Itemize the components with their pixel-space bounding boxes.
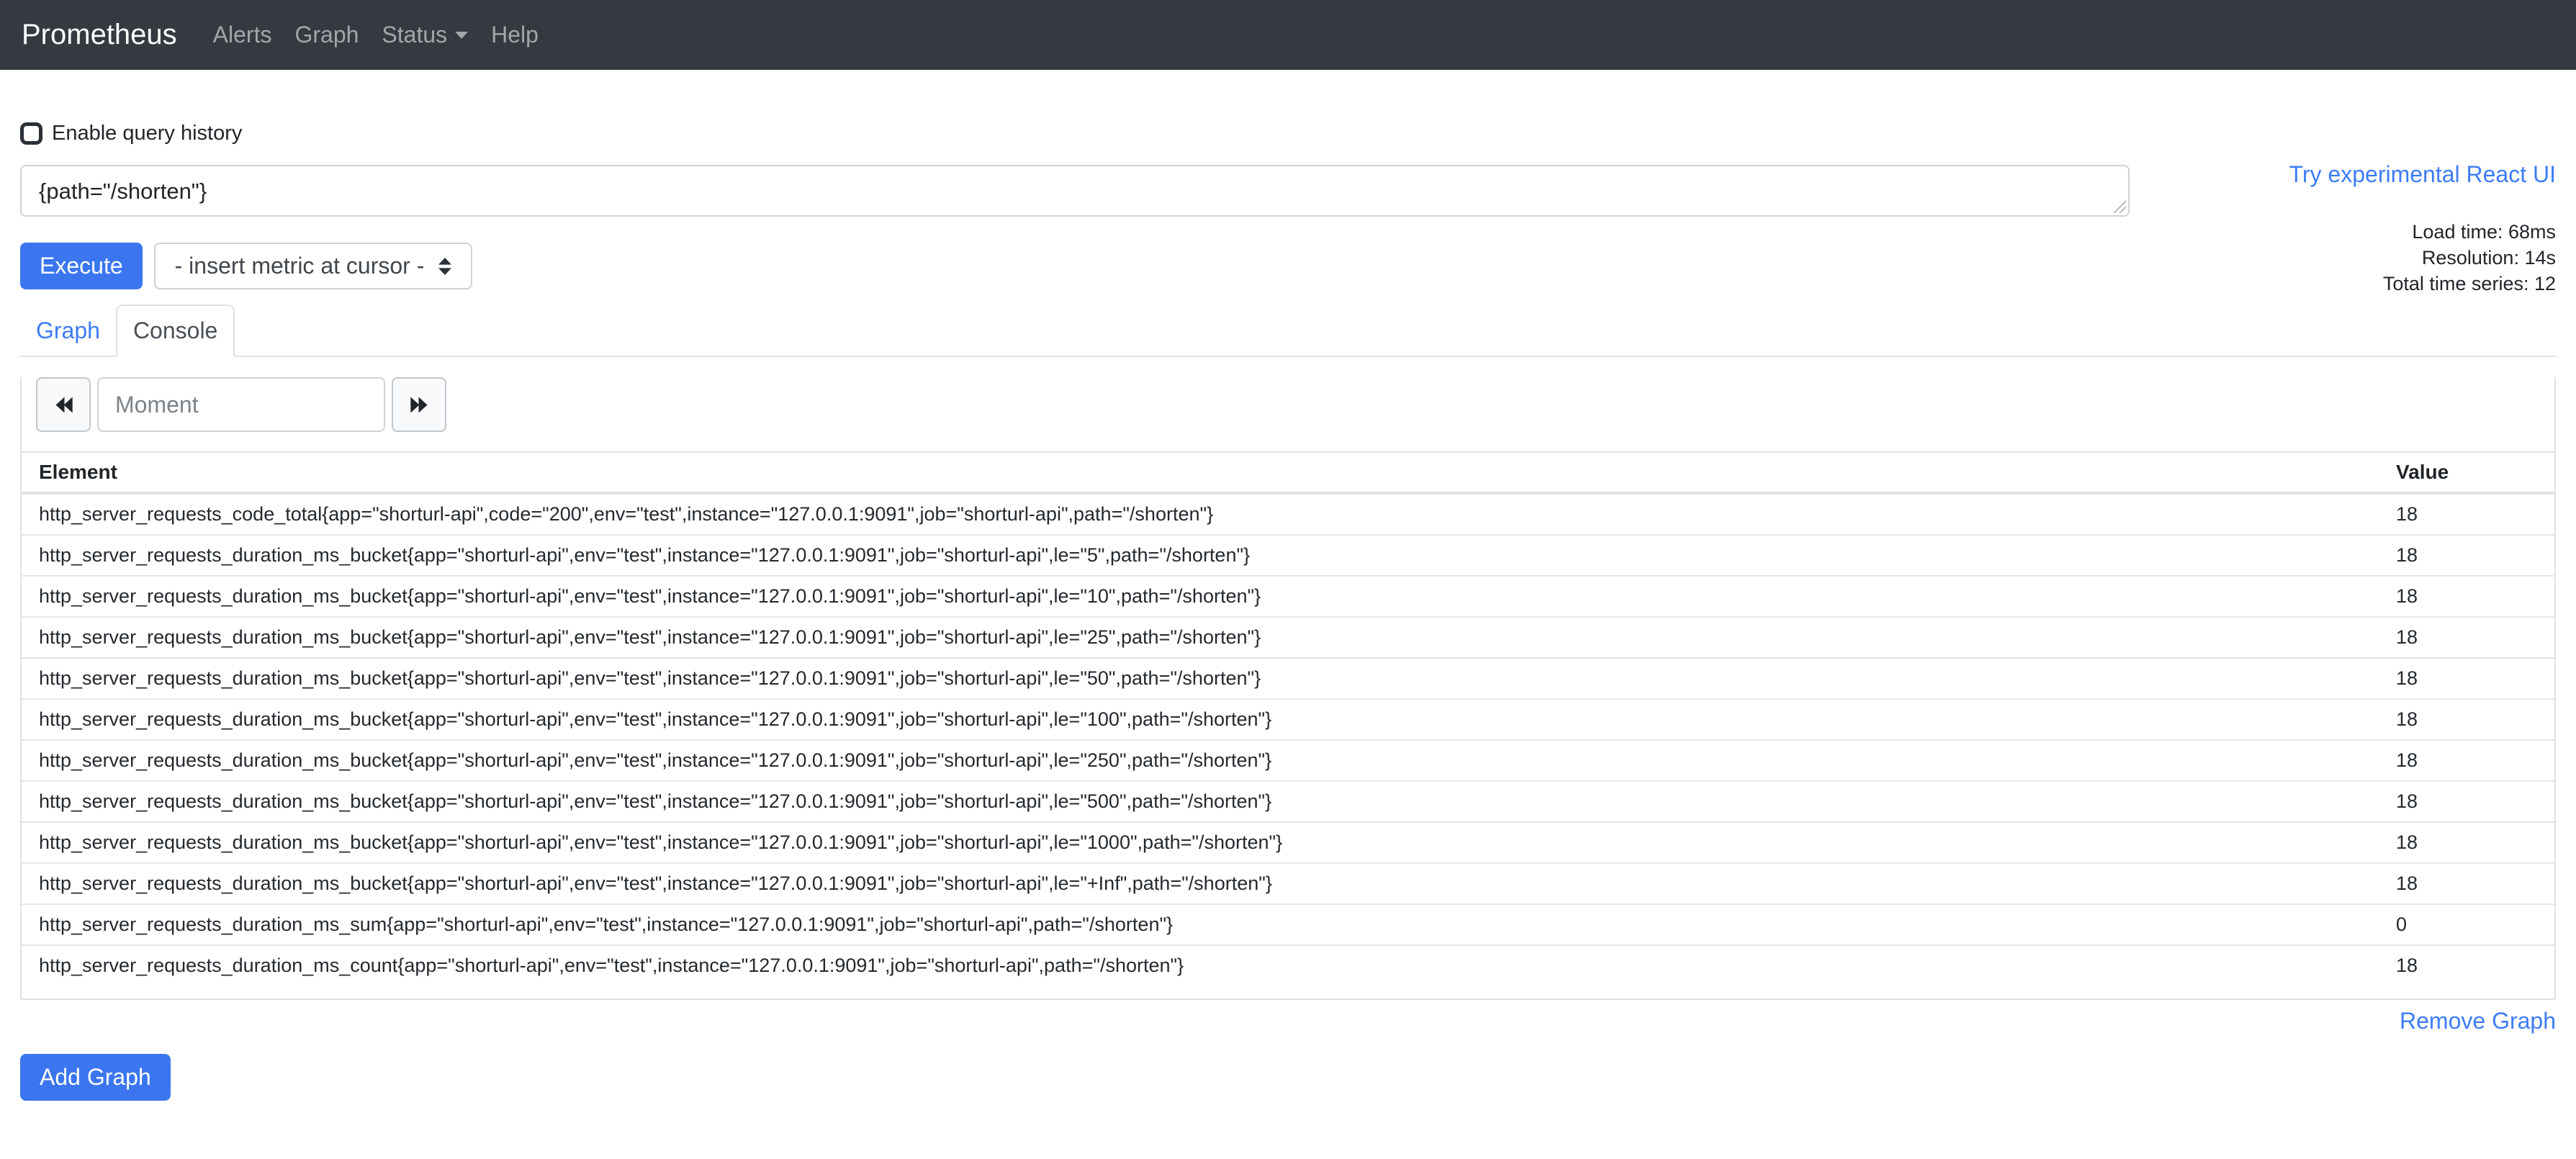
element-cell: http_server_requests_duration_ms_bucket{… xyxy=(22,740,2379,781)
element-cell: http_server_requests_duration_ms_sum{app… xyxy=(22,904,2379,945)
element-column-header: Element xyxy=(22,452,2379,493)
value-cell: 18 xyxy=(2379,945,2554,986)
resize-grip-icon[interactable] xyxy=(2112,199,2126,213)
prometheus-page: Prometheus Alerts Graph Status Help Try … xyxy=(0,0,2576,1159)
table-row: http_server_requests_duration_ms_bucket{… xyxy=(22,699,2554,740)
nav-item-label: Status xyxy=(382,22,447,48)
table-row: http_server_requests_duration_ms_bucket{… xyxy=(22,576,2554,617)
value-column-header: Value xyxy=(2379,452,2554,493)
table-row: http_server_requests_duration_ms_bucket{… xyxy=(22,863,2554,904)
skip-forward-icon xyxy=(410,395,429,415)
nav-item-alerts[interactable]: Alerts xyxy=(202,22,284,48)
tab-bar: Graph Console xyxy=(20,305,2556,357)
value-cell: 18 xyxy=(2379,576,2554,617)
table-row: http_server_requests_duration_ms_count{a… xyxy=(22,945,2554,986)
value-cell: 18 xyxy=(2379,535,2554,576)
element-cell: http_server_requests_duration_ms_bucket{… xyxy=(22,781,2379,822)
value-cell: 18 xyxy=(2379,822,2554,863)
element-cell: http_server_requests_duration_ms_bucket{… xyxy=(22,822,2379,863)
remove-graph-row: Remove Graph xyxy=(20,1008,2556,1034)
nav-item-label: Help xyxy=(491,22,539,48)
total-time-series: Total time series: 12 xyxy=(2289,271,2556,297)
caret-down-icon xyxy=(455,32,468,39)
main-content: Try experimental React UI Load time: 68m… xyxy=(0,122,2576,1101)
value-cell: 18 xyxy=(2379,493,2554,535)
tab-console[interactable]: Console xyxy=(116,305,235,357)
right-info: Try experimental React UI Load time: 68m… xyxy=(2289,161,2556,297)
table-header-row: Element Value xyxy=(22,452,2554,493)
value-cell: 0 xyxy=(2379,904,2554,945)
table-row: http_server_requests_duration_ms_bucket{… xyxy=(22,740,2554,781)
enable-query-history-checkbox[interactable] xyxy=(20,122,42,145)
value-cell: 18 xyxy=(2379,863,2554,904)
expression-input[interactable]: {path="/shorten"} xyxy=(20,165,2130,217)
insert-metric-select[interactable]: - insert metric at cursor - xyxy=(154,243,472,289)
element-cell: http_server_requests_duration_ms_bucket{… xyxy=(22,617,2379,658)
add-graph-button[interactable]: Add Graph xyxy=(20,1054,171,1101)
element-cell: http_server_requests_duration_ms_bucket{… xyxy=(22,658,2379,699)
table-row: http_server_requests_duration_ms_bucket{… xyxy=(22,617,2554,658)
moment-input[interactable] xyxy=(97,377,385,432)
moment-bar xyxy=(36,377,2554,432)
element-cell: http_server_requests_duration_ms_bucket{… xyxy=(22,863,2379,904)
console-panel: Element Value http_server_requests_code_… xyxy=(20,377,2556,1000)
query-stats: Load time: 68ms Resolution: 14s Total ti… xyxy=(2289,219,2556,297)
moment-back-button[interactable] xyxy=(36,377,91,432)
element-cell: http_server_requests_duration_ms_bucket{… xyxy=(22,699,2379,740)
console-table-body: http_server_requests_code_total{app="sho… xyxy=(22,493,2554,986)
select-updown-icon xyxy=(436,256,454,276)
console-table: Element Value http_server_requests_code_… xyxy=(22,451,2554,986)
value-cell: 18 xyxy=(2379,658,2554,699)
expression-wrap: {path="/shorten"} xyxy=(20,165,2130,217)
moment-forward-button[interactable] xyxy=(392,377,446,432)
table-row: http_server_requests_duration_ms_sum{app… xyxy=(22,904,2554,945)
remove-graph-link[interactable]: Remove Graph xyxy=(2400,1008,2556,1034)
execute-button[interactable]: Execute xyxy=(20,243,143,289)
history-row: Enable query history xyxy=(20,122,2556,145)
element-cell: http_server_requests_duration_ms_bucket{… xyxy=(22,535,2379,576)
react-ui-link[interactable]: Try experimental React UI xyxy=(2289,161,2556,188)
nav-item-help[interactable]: Help xyxy=(479,22,550,48)
nav-item-graph[interactable]: Graph xyxy=(283,22,370,48)
table-row: http_server_requests_duration_ms_bucket{… xyxy=(22,781,2554,822)
skip-back-icon xyxy=(54,395,73,415)
add-graph-row: Add Graph xyxy=(20,1054,2556,1101)
navbar: Prometheus Alerts Graph Status Help xyxy=(0,0,2576,70)
load-time: Load time: 68ms xyxy=(2289,219,2556,245)
value-cell: 18 xyxy=(2379,699,2554,740)
value-cell: 18 xyxy=(2379,617,2554,658)
table-row: http_server_requests_duration_ms_bucket{… xyxy=(22,658,2554,699)
element-cell: http_server_requests_duration_ms_bucket{… xyxy=(22,576,2379,617)
resolution: Resolution: 14s xyxy=(2289,245,2556,271)
element-cell: http_server_requests_code_total{app="sho… xyxy=(22,493,2379,535)
nav-item-label: Graph xyxy=(294,22,359,48)
brand-prometheus[interactable]: Prometheus xyxy=(22,19,177,51)
element-cell: http_server_requests_duration_ms_count{a… xyxy=(22,945,2379,986)
execute-row: Execute - insert metric at cursor - xyxy=(20,243,2556,289)
value-cell: 18 xyxy=(2379,781,2554,822)
nav-item-status[interactable]: Status xyxy=(370,22,479,48)
table-row: http_server_requests_duration_ms_bucket{… xyxy=(22,822,2554,863)
table-row: http_server_requests_code_total{app="sho… xyxy=(22,493,2554,535)
insert-metric-select-value: - insert metric at cursor - xyxy=(175,253,425,279)
table-row: http_server_requests_duration_ms_bucket{… xyxy=(22,535,2554,576)
enable-query-history-label: Enable query history xyxy=(52,122,242,145)
tab-graph[interactable]: Graph xyxy=(20,306,116,356)
nav-item-label: Alerts xyxy=(213,22,272,48)
value-cell: 18 xyxy=(2379,740,2554,781)
